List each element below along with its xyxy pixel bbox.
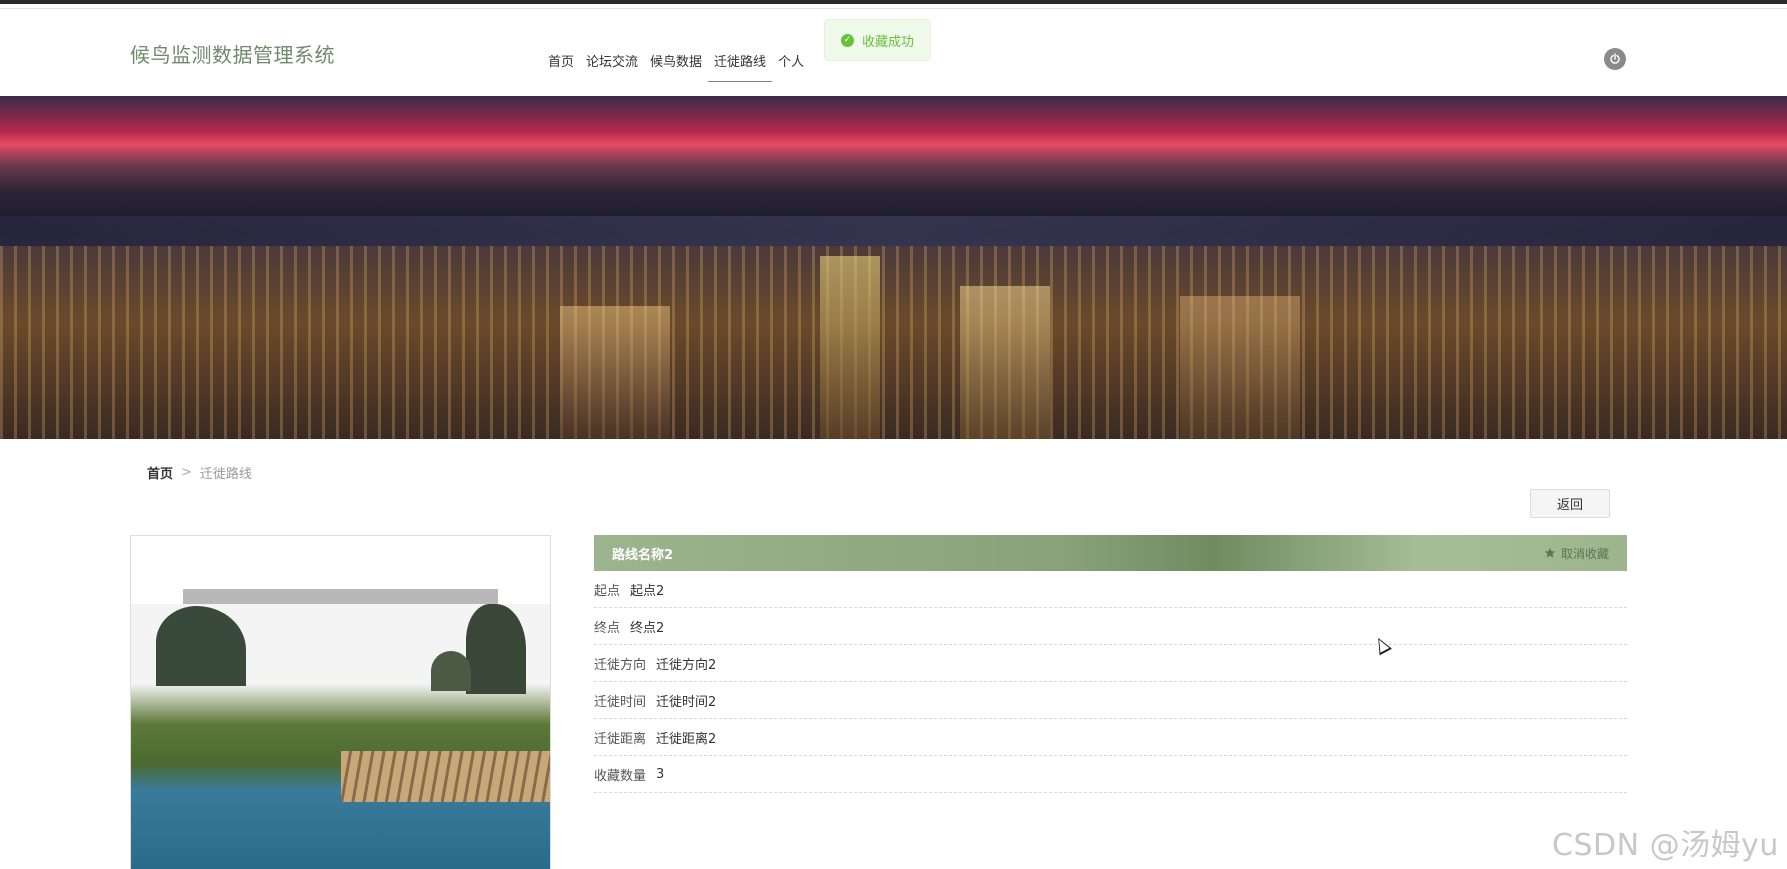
banner-light — [1180, 296, 1300, 439]
power-glyph — [1610, 53, 1620, 64]
hero-banner — [0, 96, 1787, 439]
nav-bird-data[interactable]: 候鸟数据 — [644, 43, 708, 84]
field-row-distance: 迁徙距离 迁徙距离2 — [594, 719, 1627, 756]
watermark: CSDN @汤姆yu — [1552, 828, 1779, 863]
breadcrumb-home[interactable]: 首页 — [147, 463, 173, 482]
unfavorite-label: 取消收藏 — [1560, 546, 1609, 561]
field-label: 起点 — [594, 583, 621, 599]
field-value: 迁徙距离2 — [656, 731, 717, 747]
site-title[interactable]: 候鸟监测数据管理系统 — [130, 39, 335, 68]
field-value: 迁徙方向2 — [656, 657, 717, 673]
top-dark-strip — [0, 0, 1787, 4]
nav-home[interactable]: 首页 — [542, 43, 580, 84]
detail-header: 路线名称2 取消收藏 — [594, 535, 1627, 571]
power-icon[interactable] — [1604, 48, 1626, 70]
field-row-direction: 迁徙方向 迁徙方向2 — [594, 645, 1627, 682]
field-row-time: 迁徙时间 迁徙时间2 — [594, 682, 1627, 719]
image-placeholder-bar — [183, 589, 498, 604]
route-image — [130, 535, 551, 869]
bamboo-raft — [341, 751, 550, 802]
field-label: 收藏数量 — [594, 768, 647, 784]
back-button[interactable]: 返回 — [1530, 489, 1610, 518]
field-label: 终点 — [594, 620, 621, 636]
toast-message: 收藏成功 — [862, 34, 915, 50]
breadcrumb-separator: > — [181, 465, 192, 480]
karst-peak — [466, 604, 526, 694]
nav-forum[interactable]: 论坛交流 — [580, 43, 644, 84]
field-value: 3 — [656, 766, 665, 782]
check-circle-icon: ✓ — [841, 33, 854, 47]
field-value: 起点2 — [630, 583, 665, 599]
field-value: 迁徙时间2 — [656, 694, 717, 710]
main-nav: 首页 论坛交流 候鸟数据 迁徙路线 个人 — [542, 43, 810, 84]
nav-personal[interactable]: 个人 — [772, 43, 810, 84]
field-label: 迁徙距离 — [594, 731, 647, 747]
breadcrumb-current: 迁徙路线 — [199, 467, 252, 482]
field-row-start: 起点 起点2 — [594, 571, 1627, 608]
banner-light — [820, 256, 880, 439]
banner-city — [0, 246, 1787, 439]
field-label: 迁徙时间 — [594, 694, 647, 710]
nav-migration-routes[interactable]: 迁徙路线 — [708, 43, 773, 84]
route-title: 路线名称2 — [612, 547, 674, 563]
unfavorite-button[interactable]: 取消收藏 — [1544, 545, 1609, 562]
field-row-favorites: 收藏数量 3 — [594, 756, 1627, 793]
detail-panel: 路线名称2 取消收藏 起点 起点2 终点 终点2 迁徙方向 迁徙方向2 迁徙时间… — [594, 535, 1627, 793]
field-label: 迁徙方向 — [594, 657, 647, 673]
banner-light — [560, 306, 670, 439]
star-icon — [1544, 547, 1556, 558]
field-value: 终点2 — [630, 620, 665, 636]
banner-light — [960, 286, 1050, 439]
karst-peak — [431, 651, 471, 691]
field-row-end: 终点 终点2 — [594, 608, 1627, 645]
success-toast: ✓ 收藏成功 — [824, 19, 931, 61]
breadcrumb: 首页 > 迁徙路线 — [147, 463, 252, 482]
